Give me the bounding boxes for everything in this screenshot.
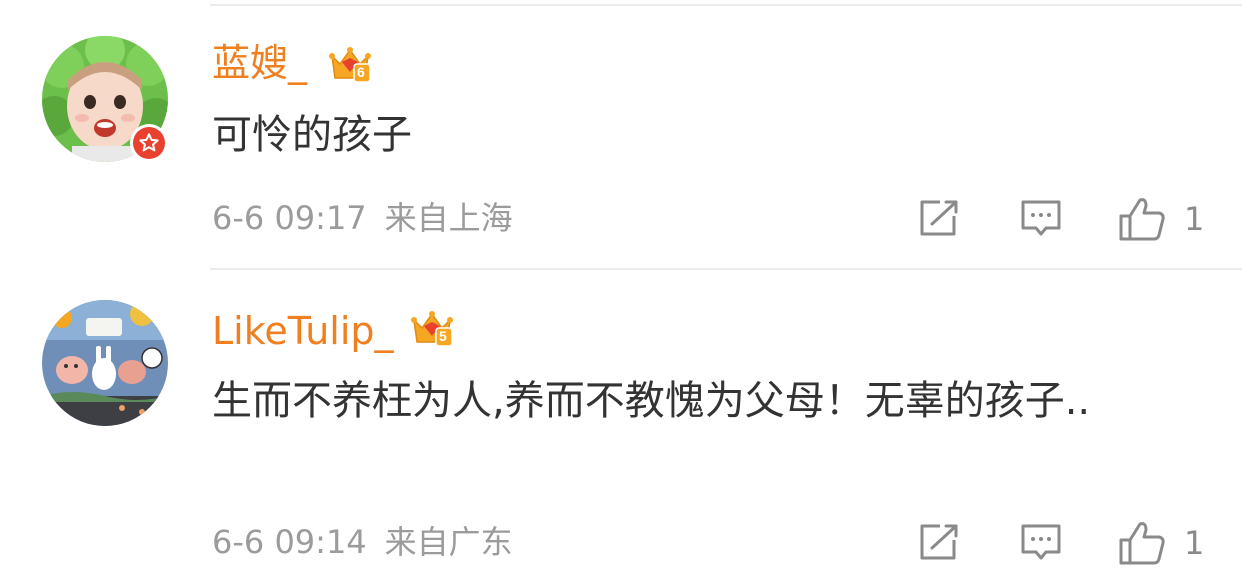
vip-level: 6 xyxy=(357,64,365,80)
vip-crown-icon: 5 xyxy=(410,306,454,350)
thumbs-up-icon xyxy=(1119,198,1165,241)
comment-location: 来自广东 xyxy=(384,523,513,561)
comment-item: LikeTulip_ 5 生而不养枉为人,养而不教愧为父母！无辜的孩子.. 6-… xyxy=(0,270,1242,586)
vip-crown-icon: 6 xyxy=(328,42,372,86)
like-button[interactable]: 1 xyxy=(1118,520,1204,566)
comment-button[interactable] xyxy=(1020,522,1062,564)
star-icon xyxy=(133,127,165,159)
like-count: 1 xyxy=(1184,200,1205,238)
comment-date: 6-6 09:17 xyxy=(212,199,367,237)
avatar[interactable] xyxy=(42,300,168,426)
username[interactable]: 蓝嫂_ xyxy=(212,44,307,82)
share-icon xyxy=(920,200,958,236)
like-button[interactable]: 1 xyxy=(1118,196,1204,242)
thumbs-up-icon xyxy=(1119,522,1165,565)
comment-location: 来自上海 xyxy=(384,199,513,237)
share-icon xyxy=(920,524,958,560)
comment-date: 6-6 09:14 xyxy=(212,523,367,561)
comment-meta: 6-6 09:14 来自广东 xyxy=(212,526,513,558)
comment-icon xyxy=(1021,524,1061,560)
verified-badge xyxy=(130,124,168,162)
comment-text: 可怜的孩子 xyxy=(212,112,412,158)
like-count: 1 xyxy=(1184,524,1205,562)
comment-icon xyxy=(1021,200,1061,236)
comment-meta: 6-6 09:17 来自上海 xyxy=(212,202,513,234)
repost-button[interactable] xyxy=(918,198,960,238)
vip-level: 5 xyxy=(439,328,447,344)
comment-button[interactable] xyxy=(1020,198,1062,240)
username[interactable]: LikeTulip_ xyxy=(212,312,394,350)
repost-button[interactable] xyxy=(918,522,960,562)
comment-item: 蓝嫂_ 6 可怜的孩子 6-6 09:17 来自上海 1 xyxy=(0,0,1242,270)
comment-text: 生而不养枉为人,养而不教愧为父母！无辜的孩子.. xyxy=(212,378,1091,424)
